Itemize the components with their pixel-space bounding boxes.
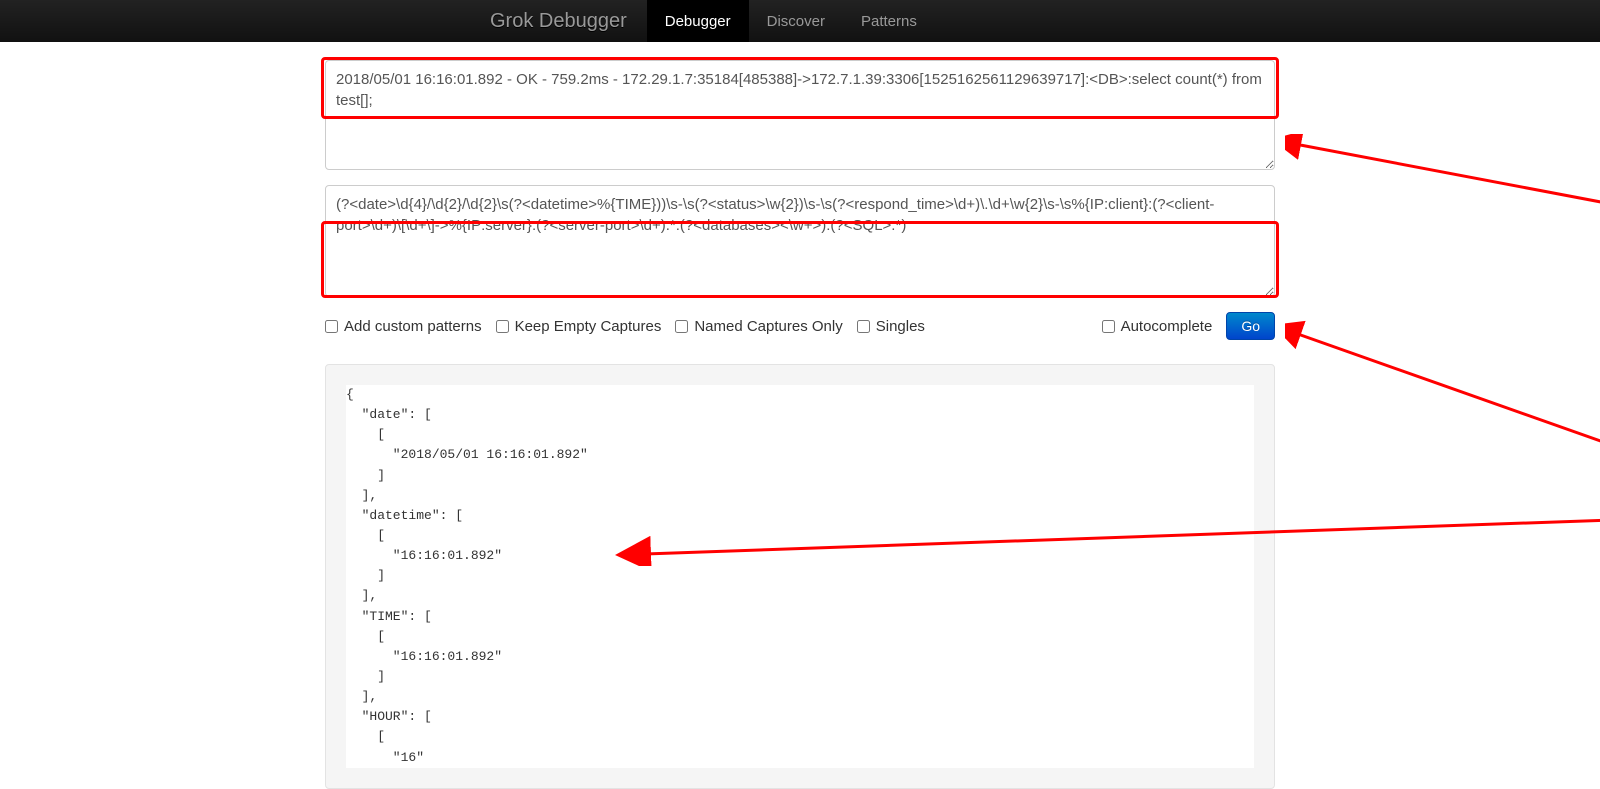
result-json-output: { "date": [ [ "2018/05/01 16:16:01.892" …	[346, 385, 1254, 768]
keep-empty-captures-label: Keep Empty Captures	[515, 318, 662, 335]
nav-patterns[interactable]: Patterns	[843, 0, 935, 42]
add-custom-patterns-checkbox[interactable]	[325, 320, 338, 333]
pattern-textarea[interactable]	[325, 185, 1275, 297]
named-captures-only-checkbox[interactable]	[675, 320, 688, 333]
keep-empty-captures-option[interactable]: Keep Empty Captures	[496, 318, 662, 335]
autocomplete-label: Autocomplete	[1121, 318, 1213, 335]
brand-title: Grok Debugger	[470, 0, 647, 42]
nav-debugger[interactable]: Debugger	[647, 0, 749, 42]
add-custom-patterns-option[interactable]: Add custom patterns	[325, 318, 482, 335]
annotation-arrow-icon	[1285, 298, 1600, 548]
autocomplete-checkbox[interactable]	[1102, 320, 1115, 333]
autocomplete-option[interactable]: Autocomplete	[1102, 318, 1213, 335]
result-panel: { "date": [ [ "2018/05/01 16:16:01.892" …	[325, 364, 1275, 789]
main-container: Add custom patterns Keep Empty Captures …	[325, 42, 1275, 789]
singles-checkbox[interactable]	[857, 320, 870, 333]
nav-discover[interactable]: Discover	[749, 0, 843, 42]
top-navbar: Grok Debugger Debugger Discover Patterns	[0, 0, 1600, 42]
nav-list: Debugger Discover Patterns	[647, 0, 935, 42]
annotation-arrow-icon	[1285, 134, 1600, 264]
singles-option[interactable]: Singles	[857, 318, 925, 335]
named-captures-only-label: Named Captures Only	[694, 318, 842, 335]
singles-label: Singles	[876, 318, 925, 335]
add-custom-patterns-label: Add custom patterns	[344, 318, 482, 335]
go-button[interactable]: Go	[1226, 312, 1275, 340]
named-captures-only-option[interactable]: Named Captures Only	[675, 318, 842, 335]
log-input-textarea[interactable]	[325, 60, 1275, 170]
keep-empty-captures-checkbox[interactable]	[496, 320, 509, 333]
options-row: Add custom patterns Keep Empty Captures …	[325, 312, 1275, 340]
